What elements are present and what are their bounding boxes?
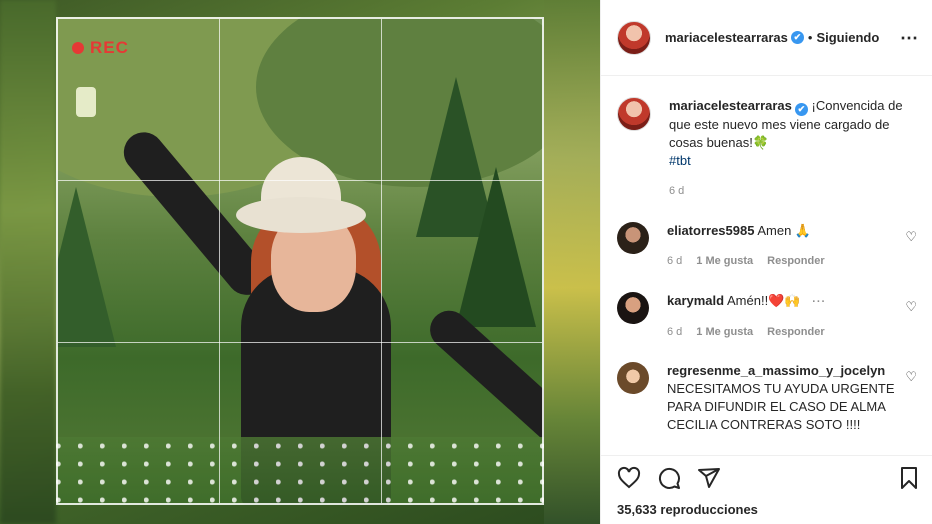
separator-dot: • (807, 30, 813, 45)
post-actions-bar: 35,633 reproducciones (601, 455, 932, 524)
comment-text: Amén!!❤️🙌 (727, 293, 801, 308)
post-caption: mariacelestearraras ✔ ¡Convencida de que … (617, 97, 917, 200)
blurred-edge-right (544, 0, 600, 524)
following-button[interactable]: Siguiendo (816, 30, 879, 45)
author-username[interactable]: mariacelestearraras (665, 30, 788, 45)
caption-username[interactable]: mariacelestearraras (669, 98, 792, 113)
comment-item: karymald Amén!!❤️🙌 ··· 6 d 1 Me gusta Re… (617, 292, 917, 341)
post-side-panel: mariacelestearraras ✔ • Siguiendo ⋯ mari… (600, 0, 932, 524)
like-heart-icon[interactable] (617, 466, 641, 490)
more-options-icon[interactable]: ⋯ (900, 28, 919, 49)
comment-meta: 6 d 1 Me gusta Responder (667, 252, 825, 270)
view-count[interactable]: 35,633 reproducciones (617, 502, 758, 517)
comment-time[interactable]: 6 d (667, 252, 682, 270)
caption-time[interactable]: 6 d (669, 182, 684, 200)
comment-likes[interactable]: 1 Me gusta (696, 323, 753, 341)
share-send-icon[interactable] (697, 466, 721, 490)
grid-line (219, 19, 220, 503)
comment-meta: 6 d 1 Me gusta Responder (667, 323, 826, 341)
camera-grid-overlay (56, 17, 544, 505)
comments-list[interactable]: mariacelestearraras ✔ ¡Convencida de que … (601, 77, 932, 454)
comment-time[interactable]: 6 d (667, 323, 682, 341)
comment-likes[interactable]: 1 Me gusta (696, 252, 753, 270)
commenter-avatar[interactable] (617, 292, 649, 324)
author-avatar[interactable] (617, 97, 651, 131)
views-number: 35,633 (617, 502, 657, 517)
commenter-avatar[interactable] (617, 222, 649, 254)
rec-label: REC (90, 38, 129, 57)
verified-badge-icon: ✔ (794, 103, 808, 116)
comment-username[interactable]: regresenme_a_massimo_y_jocelyn (667, 363, 885, 378)
caption-meta: 6 d (669, 182, 917, 200)
post-header: mariacelestearraras ✔ • Siguiendo ⋯ (601, 0, 932, 76)
comment-username[interactable]: eliatorres5985 (667, 223, 754, 238)
bookmark-save-icon[interactable] (897, 466, 921, 490)
comment-text: Amen 🙏 (757, 223, 812, 238)
reply-button[interactable]: Responder (767, 323, 824, 341)
grid-line (58, 342, 542, 343)
verified-badge-icon: ✔ (790, 31, 804, 44)
comment-bubble-icon[interactable] (657, 466, 681, 490)
comment-text: NECESITAMOS TU AYUDA URGENTE PARA DIFUND… (667, 381, 895, 432)
comment-item: regresenme_a_massimo_y_jocelyn NECESITAM… (617, 362, 917, 434)
comment-username[interactable]: karymald (667, 293, 724, 308)
views-label: reproducciones (660, 502, 758, 517)
like-comment-icon[interactable]: ♡ (905, 229, 917, 245)
post-media[interactable]: REC (0, 0, 600, 524)
like-comment-icon[interactable]: ♡ (905, 369, 917, 385)
author-avatar[interactable] (617, 20, 651, 55)
blurred-edge-left (0, 0, 56, 524)
rec-indicator: REC (72, 38, 129, 58)
like-comment-icon[interactable]: ♡ (905, 299, 917, 315)
comment-more-icon[interactable]: ··· (812, 296, 826, 308)
reply-button[interactable]: Responder (767, 252, 824, 270)
grid-line (58, 180, 542, 181)
grid-line (381, 19, 382, 503)
record-dot-icon (72, 42, 84, 54)
commenter-avatar[interactable] (617, 362, 649, 394)
hashtag-link[interactable]: #tbt (669, 152, 917, 170)
comment-item: eliatorres5985 Amen 🙏 6 d 1 Me gusta Res… (617, 222, 917, 270)
